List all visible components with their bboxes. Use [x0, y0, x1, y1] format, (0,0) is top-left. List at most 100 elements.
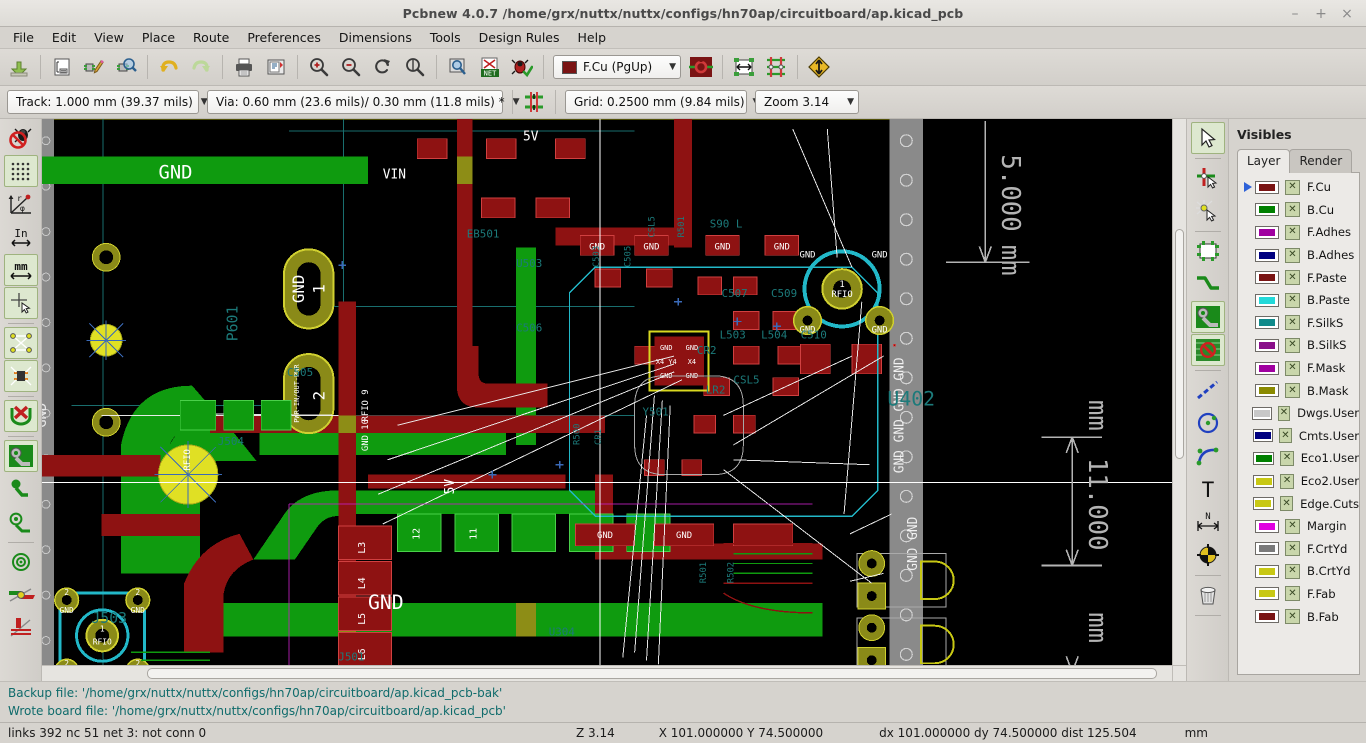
page-settings-icon[interactable]: [47, 52, 77, 82]
layer-visibility-checkbox[interactable]: ✕: [1285, 270, 1300, 286]
via-size-dropdown[interactable]: Via: 0.60 mm (23.6 mils)/ 0.30 mm (11.8 …: [207, 90, 520, 114]
layer-color-swatch[interactable]: [1255, 361, 1279, 375]
canvas-vertical-scrollbar[interactable]: [1172, 119, 1186, 665]
add-text-icon[interactable]: T: [1191, 473, 1225, 505]
add-dimension-icon[interactable]: N: [1191, 506, 1225, 538]
via-mode-icon[interactable]: [686, 52, 716, 82]
layer-row-cmts-user[interactable]: ✕ Cmts.User: [1238, 425, 1359, 448]
track-width-icon[interactable]: [729, 52, 759, 82]
grid-size-dropdown[interactable]: Grid: 0.2500 mm (9.84 mils) ▼: [565, 90, 759, 114]
layer-row-b-mask[interactable]: ✕ B.Mask: [1238, 379, 1359, 402]
zoom-in-icon[interactable]: [304, 52, 334, 82]
layer-row-f-silks[interactable]: ✕ F.SilkS: [1238, 312, 1359, 335]
layer-color-swatch[interactable]: [1255, 203, 1279, 217]
redo-icon[interactable]: [186, 52, 216, 82]
show-tracks-sketch-icon[interactable]: [4, 506, 38, 538]
open-module-editor-icon[interactable]: [79, 52, 109, 82]
show-zones-disable-icon[interactable]: [4, 579, 38, 611]
layer-visibility-checkbox[interactable]: ✕: [1285, 292, 1300, 308]
layer-color-swatch[interactable]: [1255, 542, 1279, 556]
add-module-icon[interactable]: [1191, 235, 1225, 267]
layer-color-swatch[interactable]: [1255, 587, 1279, 601]
menu-file[interactable]: File: [4, 28, 43, 47]
layer-list[interactable]: ✕ F.Cu ✕ B.Cu ✕ F.Adhes ✕ B.Adhes ✕ F.Pa…: [1237, 172, 1360, 675]
show-ratsnest-icon[interactable]: [3, 327, 38, 359]
layer-color-swatch[interactable]: [1255, 564, 1279, 578]
layer-row-margin[interactable]: ✕ Margin: [1238, 515, 1359, 538]
layer-visibility-checkbox[interactable]: ✕: [1285, 383, 1300, 399]
highcontrast-icon[interactable]: [804, 52, 834, 82]
layer-row-edge-cuts[interactable]: ✕ Edge.Cuts: [1238, 492, 1359, 515]
maximize-icon[interactable]: +: [1308, 1, 1334, 27]
layer-visibility-checkbox[interactable]: ✕: [1285, 360, 1300, 376]
layer-row-b-fab[interactable]: ✕ B.Fab: [1238, 605, 1359, 628]
undo-icon[interactable]: [154, 52, 184, 82]
menu-tools[interactable]: Tools: [421, 28, 470, 47]
add-line-icon[interactable]: [1191, 374, 1225, 406]
zoom-fit-icon[interactable]: [400, 52, 430, 82]
units-inch-icon[interactable]: In: [4, 221, 38, 253]
layer-color-swatch[interactable]: [1255, 293, 1279, 307]
layer-color-swatch[interactable]: [1255, 519, 1279, 533]
polar-coords-icon[interactable]: r φ: [4, 188, 38, 220]
tab-layer[interactable]: Layer: [1237, 149, 1291, 173]
layer-visibility-checkbox[interactable]: ✕: [1285, 315, 1300, 331]
grid-toggle-icon[interactable]: [761, 52, 791, 82]
show-zones-icon[interactable]: [4, 546, 38, 578]
auto-track-width-icon[interactable]: [519, 87, 549, 117]
layer-row-f-fab[interactable]: ✕ F.Fab: [1238, 583, 1359, 606]
auto-delete-track-icon[interactable]: [3, 400, 38, 432]
print-board-icon[interactable]: [229, 52, 259, 82]
layer-color-swatch[interactable]: [1255, 610, 1279, 624]
layer-visibility-checkbox[interactable]: ✕: [1279, 496, 1294, 512]
plot-icon[interactable]: [261, 52, 291, 82]
layer-row-f-crtyd[interactable]: ✕ F.CrtYd: [1238, 538, 1359, 561]
add-circle-icon[interactable]: [1191, 407, 1225, 439]
layer-color-swatch[interactable]: [1255, 338, 1279, 352]
grid-display-icon[interactable]: [3, 155, 38, 187]
minimize-icon[interactable]: –: [1282, 1, 1308, 27]
layer-visibility-checkbox[interactable]: ✕: [1285, 247, 1300, 263]
layer-visibility-checkbox[interactable]: ✕: [1277, 405, 1291, 421]
layer-visibility-checkbox[interactable]: ✕: [1285, 541, 1300, 557]
add-track-icon[interactable]: [1191, 268, 1225, 300]
cursor-select-icon[interactable]: [1190, 122, 1225, 154]
netlist-icon[interactable]: NET: [475, 52, 505, 82]
layer-visibility-checkbox[interactable]: ✕: [1280, 473, 1294, 489]
drc-off-icon[interactable]: [4, 122, 38, 154]
layer-row-f-mask[interactable]: ✕ F.Mask: [1238, 357, 1359, 380]
layer-color-swatch[interactable]: [1253, 451, 1275, 465]
layer-color-swatch[interactable]: [1252, 406, 1272, 420]
layer-row-f-paste[interactable]: ✕ F.Paste: [1238, 266, 1359, 289]
layer-color-swatch[interactable]: [1252, 429, 1274, 443]
layer-visibility-checkbox[interactable]: ✕: [1285, 179, 1300, 195]
layer-color-swatch[interactable]: [1255, 248, 1279, 262]
zoom-dropdown[interactable]: Zoom 3.14 ▼: [755, 90, 859, 114]
refresh-icon[interactable]: [368, 52, 398, 82]
add-zone-icon[interactable]: [1190, 301, 1225, 333]
layer-row-b-adhes[interactable]: ✕ B.Adhes: [1238, 244, 1359, 267]
local-ratsnest-icon[interactable]: [1191, 195, 1225, 227]
open-module-viewer-icon[interactable]: [111, 52, 141, 82]
layer-visibility-checkbox[interactable]: ✕: [1285, 224, 1300, 240]
vertical-scroll-thumb[interactable]: [1175, 229, 1184, 459]
layer-color-swatch[interactable]: [1255, 271, 1279, 285]
tab-render[interactable]: Render: [1289, 149, 1353, 173]
menu-edit[interactable]: Edit: [43, 28, 85, 47]
layer-row-b-cu[interactable]: ✕ B.Cu: [1238, 199, 1359, 222]
close-icon[interactable]: ×: [1334, 1, 1360, 27]
layer-visibility-checkbox[interactable]: ✕: [1285, 337, 1300, 353]
menu-dimensions[interactable]: Dimensions: [330, 28, 421, 47]
layer-visibility-checkbox[interactable]: ✕: [1279, 428, 1292, 444]
layer-color-swatch[interactable]: [1253, 497, 1274, 511]
layer-row-b-paste[interactable]: ✕ B.Paste: [1238, 289, 1359, 312]
layer-row-dwgs-user[interactable]: ✕ Dwgs.User: [1238, 402, 1359, 425]
layer-row-eco1-user[interactable]: ✕ Eco1.User: [1238, 447, 1359, 470]
save-board-icon[interactable]: [4, 52, 34, 82]
layer-row-eco2-user[interactable]: ✕ Eco2.User: [1238, 470, 1359, 493]
menu-preferences[interactable]: Preferences: [238, 28, 330, 47]
delete-icon[interactable]: [1191, 579, 1225, 611]
net-highlight-icon[interactable]: [1191, 162, 1225, 194]
menu-place[interactable]: Place: [133, 28, 184, 47]
menu-route[interactable]: Route: [184, 28, 238, 47]
